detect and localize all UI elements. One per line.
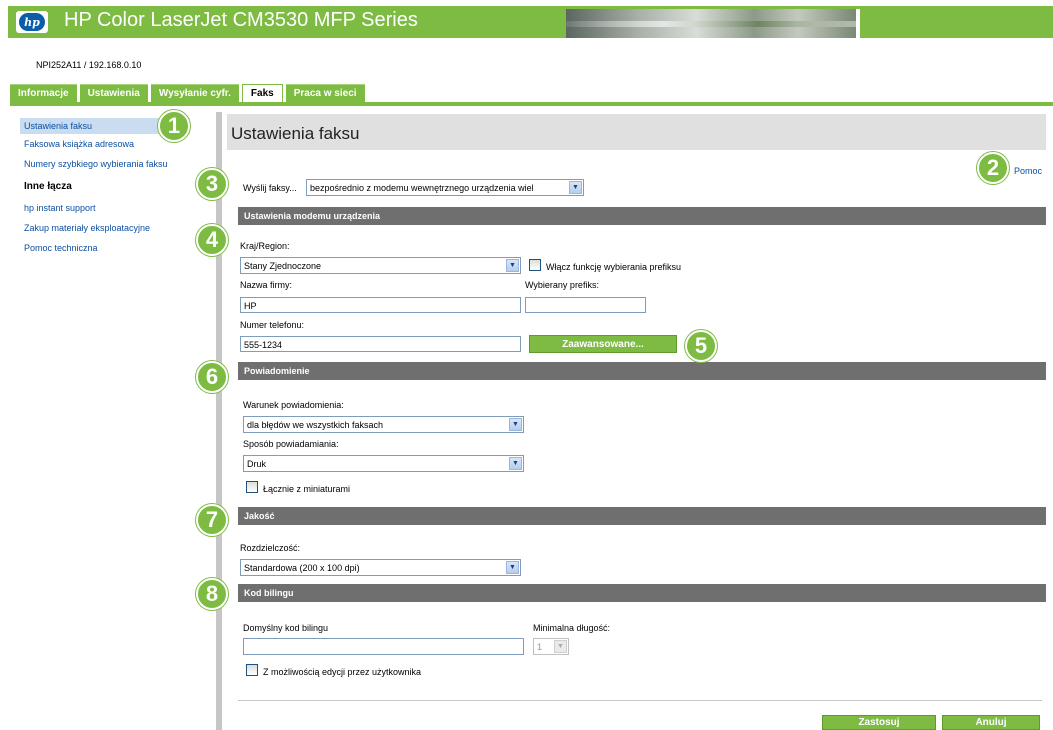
thumbnails-checkbox[interactable] (246, 481, 258, 493)
tab-underline (10, 102, 1053, 106)
sidebar: Ustawienia faksu Faksowa książka adresow… (20, 112, 222, 730)
prefix-dialing-label: Włącz funkcję wybierania prefiksu (546, 262, 682, 272)
callout-marker-3: 3 (196, 168, 228, 200)
apply-button[interactable]: Zastosuj (822, 715, 936, 730)
send-fax-value: bezpośrednio z modemu wewnętrznego urząd… (310, 183, 534, 193)
chevron-down-icon: ▼ (509, 418, 522, 431)
sidebar-link-instant-support[interactable]: hp instant support (24, 203, 96, 213)
min-length-value: 1 (537, 642, 543, 652)
callout-marker-5: 5 (685, 330, 717, 362)
send-fax-select[interactable]: bezpośrednio z modemu wewnętrznego urząd… (306, 179, 584, 196)
advanced-button[interactable]: Zaawansowane... (529, 335, 677, 353)
chevron-down-icon: ▼ (554, 640, 567, 653)
country-value: Stany Zjednoczone (244, 261, 322, 271)
prefix-label: Wybierany prefiks: (525, 280, 599, 290)
help-link[interactable]: Pomoc (1014, 166, 1042, 176)
sidebar-link-order-supplies[interactable]: Zakup materiały eksploatacyjne (24, 223, 150, 233)
callout-marker-6: 6 (196, 361, 228, 393)
quality-section-header: Jakość (238, 507, 1046, 525)
banner-separator (856, 9, 860, 38)
hp-logo-text: hp (19, 13, 45, 31)
device-id: NPI252A11 / 192.168.0.10 (36, 60, 142, 70)
other-links-heading: Inne łącza (24, 181, 72, 192)
tab-praca-w-sieci[interactable]: Praca w sieci (285, 84, 365, 102)
chevron-down-icon: ▼ (569, 181, 582, 194)
phone-number-input[interactable]: 555-1234 (240, 336, 521, 352)
notification-method-label: Sposób powiadamiania: (243, 439, 339, 449)
notification-section-header: Powiadomienie (238, 362, 1046, 380)
sidebar-item-fax-speed-dials[interactable]: Numery szybkiego wybierania faksu (24, 159, 168, 169)
hp-logo: hp (16, 11, 48, 33)
callout-marker-8: 8 (196, 578, 228, 610)
notification-condition-value: dla błędów we wszystkich faksach (247, 420, 384, 430)
notification-method-value: Druk (247, 459, 267, 469)
cancel-button[interactable]: Anuluj (942, 715, 1040, 730)
min-length-select[interactable]: 1 ▼ (533, 638, 569, 655)
tab-wysylanie-cyfr[interactable]: Wysyłanie cyfr. (150, 84, 239, 102)
resolution-value: Standardowa (200 x 100 dpi) (244, 563, 360, 573)
prefix-input[interactable] (525, 297, 646, 313)
send-fax-label: Wyślij faksy... (243, 183, 297, 193)
company-name-input[interactable]: HP (240, 297, 521, 313)
callout-marker-1: 1 (158, 110, 190, 142)
tab-bar: Informacje Ustawienia Wysyłanie cyfr. Fa… (10, 84, 368, 102)
page-title-bar: Ustawienia faksu (227, 114, 1046, 150)
thumbnails-label: Łącznie z miniaturami (263, 484, 351, 494)
tab-faks[interactable]: Faks (241, 84, 283, 102)
sidebar-link-tech-support[interactable]: Pomoc techniczna (24, 243, 98, 253)
billing-section-header: Kod bilingu (238, 584, 1046, 602)
chevron-down-icon: ▼ (509, 457, 522, 470)
app-title: HP Color LaserJet CM3530 MFP Series (64, 9, 418, 31)
company-label: Nazwa firmy: (240, 280, 293, 290)
resolution-label: Rozdzielczość: (240, 543, 301, 553)
callout-marker-2: 2 (977, 152, 1009, 184)
user-editable-label: Z możliwością edycji przez użytkownika (263, 667, 422, 677)
callout-marker-7: 7 (196, 504, 228, 536)
chevron-down-icon: ▼ (506, 561, 519, 574)
chevron-down-icon: ▼ (506, 259, 519, 272)
country-select[interactable]: Stany Zjednoczone ▼ (240, 257, 521, 274)
default-billing-code-input[interactable] (243, 638, 524, 655)
resolution-select[interactable]: Standardowa (200 x 100 dpi) ▼ (240, 559, 521, 576)
modem-section-header: Ustawienia modemu urządzenia (238, 207, 1046, 225)
tab-informacje[interactable]: Informacje (10, 84, 77, 102)
sidebar-item-fax-address-book[interactable]: Faksowa książka adresowa (24, 139, 134, 149)
default-billing-code-label: Domyślny kod bilingu (243, 623, 329, 633)
prefix-dialing-checkbox[interactable] (529, 259, 541, 271)
footer-divider (238, 700, 1042, 701)
notification-method-select[interactable]: Druk ▼ (243, 455, 524, 472)
callout-marker-4: 4 (196, 224, 228, 256)
page-title: Ustawienia faksu (231, 124, 360, 143)
tab-ustawienia[interactable]: Ustawienia (79, 84, 148, 102)
country-label: Kraj/Region: (240, 241, 290, 251)
notification-condition-select[interactable]: dla błędów we wszystkich faksach ▼ (243, 416, 524, 433)
min-length-label: Minimalna długość: (533, 623, 611, 633)
notification-condition-label: Warunek powiadomienia: (243, 400, 344, 410)
banner-image (566, 9, 856, 38)
user-editable-checkbox[interactable] (246, 664, 258, 676)
phone-label: Numer telefonu: (240, 320, 305, 330)
